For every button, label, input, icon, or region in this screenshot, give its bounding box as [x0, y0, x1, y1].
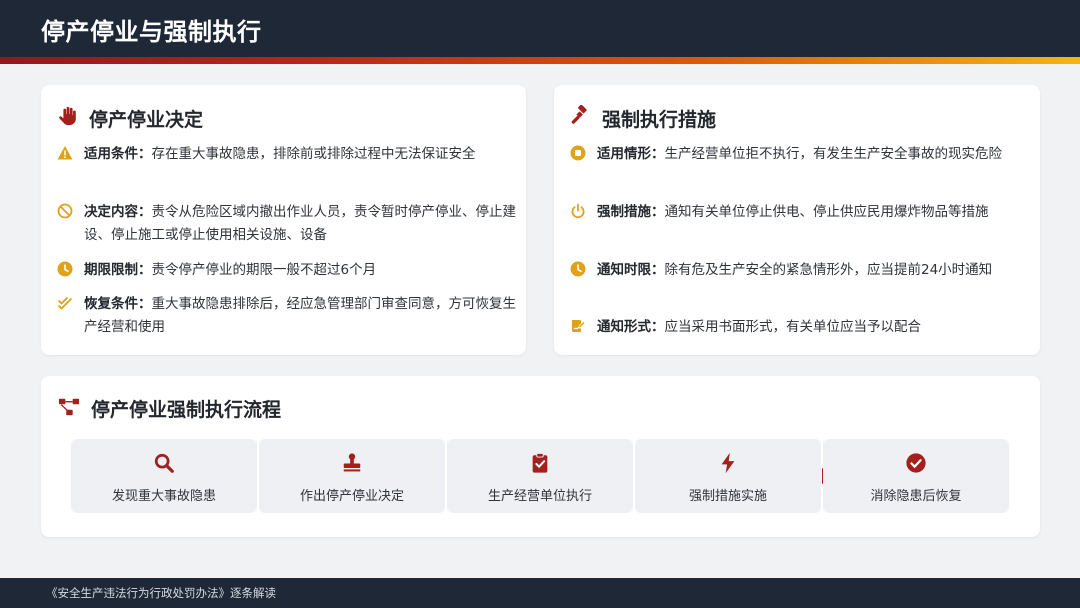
item-label: 期限限制： — [84, 262, 152, 278]
hand-stop-icon — [59, 106, 76, 126]
flow-step-label: 消除隐患后恢复 — [870, 489, 962, 504]
card-title: 强制执行措施 — [602, 109, 717, 131]
item-label: 恢复条件： — [84, 296, 152, 312]
shutdown-decision-card: 停产停业决定 适用条件：存在重大事故隐患，排除前或排除过程中无法保证安全 决定内… — [41, 85, 526, 355]
flow-step: 发现重大事故隐患 — [71, 439, 257, 513]
item-label: 强制措施： — [597, 204, 665, 220]
flow-step-label: 发现重大事故隐患 — [111, 489, 216, 504]
flow-step: 强制措施实施 — [635, 439, 821, 513]
flow-step-label: 生产经营单位执行 — [487, 489, 592, 504]
check-circle-icon — [906, 453, 926, 473]
page-title: 停产停业与强制执行 — [41, 18, 262, 46]
item-text: 通知有关单位停止供电、停止供应民用爆炸物品等措施 — [664, 204, 989, 220]
signature-icon — [572, 320, 586, 332]
clock-icon — [57, 261, 73, 277]
search-icon — [154, 453, 174, 473]
enforcement-measures-card: 强制执行措施 适用情形：生产经营单位拒不执行，有发生生产安全事故的现实危险 强制… — [554, 85, 1040, 355]
clipboard-check-icon — [532, 452, 548, 473]
item-label: 决定内容： — [84, 204, 152, 220]
item-label: 通知时限： — [597, 262, 665, 278]
item-text: 生产经营单位拒不执行，有发生生产安全事故的现实危险 — [664, 146, 1003, 162]
footer-bar: 《安全生产违法行为行政处罚办法》逐条解读 — [0, 578, 1080, 608]
gavel-icon — [571, 105, 587, 124]
item-label: 通知形式： — [597, 319, 665, 335]
flow-step: 消除隐患后恢复 — [823, 439, 1009, 513]
process-flow-card: 停产停业强制执行流程 发现重大事故隐患 作出停产停业决定 生产经营单位执行 强制… — [41, 376, 1040, 537]
item-text: 存在重大事故隐患，排除前或排除过程中无法保证安全 — [151, 146, 476, 162]
footer-source-text: 《安全生产违法行为行政处罚办法》逐条解读 — [46, 586, 276, 600]
card-title: 停产停业决定 — [89, 109, 204, 131]
warning-icon — [57, 146, 73, 160]
clock-icon — [570, 261, 586, 277]
item-label: 适用条件： — [84, 146, 152, 162]
power-icon — [571, 203, 585, 219]
ban-icon — [57, 203, 73, 219]
item-text: 除有危及生产安全的紧急情形外，应当提前24小时通知 — [664, 262, 993, 278]
stamp-icon — [343, 453, 361, 472]
flow-step: 作出停产停业决定 — [259, 439, 445, 513]
sitemap-icon — [58, 398, 80, 416]
accent-gradient-bar — [0, 57, 1080, 64]
bolt-icon — [721, 452, 735, 474]
stop-circle-icon — [570, 145, 586, 161]
item-label: 适用情形： — [597, 146, 665, 162]
card-title: 停产停业强制执行流程 — [91, 399, 282, 421]
flow-step: 生产经营单位执行 — [447, 439, 633, 513]
flow-step-label: 强制措施实施 — [688, 489, 767, 504]
flow-step-label: 作出停产停业决定 — [299, 489, 404, 504]
double-check-icon — [57, 296, 73, 310]
item-text: 应当采用书面形式，有关单位应当予以配合 — [664, 319, 922, 335]
item-text: 责令停产停业的期限一般不超过6个月 — [151, 262, 377, 278]
header-bar: 停产停业与强制执行 — [0, 0, 1080, 57]
